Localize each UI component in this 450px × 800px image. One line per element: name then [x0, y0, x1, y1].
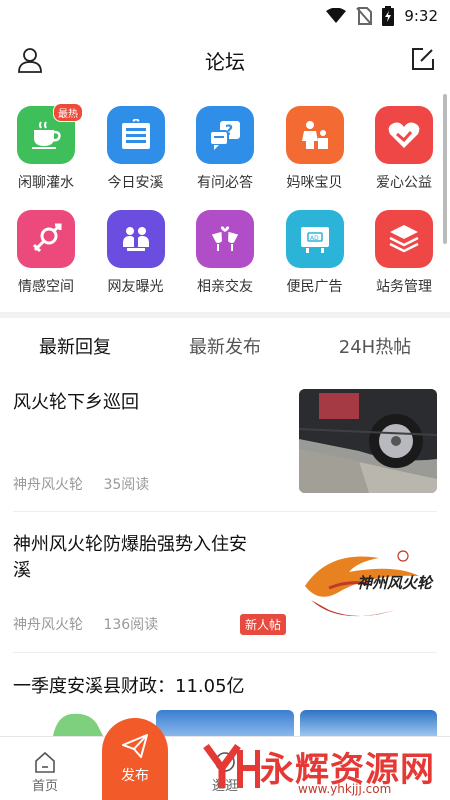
category-label: 便民广告 — [286, 279, 343, 295]
post-author: 神舟风火轮 — [13, 617, 83, 633]
category-label: 闲聊灌水 — [18, 175, 74, 191]
post-title-line: 神州风火轮防爆胎强势入住安 — [13, 534, 247, 555]
category-label: 网友曝光 — [107, 279, 164, 295]
post-title: 一季度安溪县财政：11.05亿 — [13, 676, 245, 697]
ad-board-icon: AD — [285, 210, 344, 268]
brand-logo-thumbnail: 神州风火轮 — [299, 530, 437, 634]
group-icon — [106, 210, 165, 268]
category-grid: 最热 闲聊灌水 今日安溪 ? 有问必答 妈咪宝贝 爱心公益 情感空间 网友曝光 … — [0, 103, 450, 314]
question-bubble-icon: ? — [196, 106, 254, 164]
home-icon — [35, 751, 55, 773]
publish-label: 发布 — [121, 768, 149, 784]
tab-latest-posts[interactable]: 最新发布 — [150, 322, 300, 370]
watermark-url: www.yhkjjj.com — [298, 782, 392, 796]
watermark-logo — [203, 743, 260, 788]
category-emotion[interactable]: 情感空间 — [15, 210, 77, 314]
mother-child-icon — [285, 106, 344, 164]
category-label: 妈咪宝贝 — [286, 175, 343, 191]
post-image-sky — [300, 710, 437, 736]
wifi-icon — [326, 8, 347, 23]
category-label: 今日安溪 — [107, 175, 164, 191]
battery-icon — [382, 6, 395, 26]
post-reads: 136阅读 — [103, 617, 159, 633]
new-post-badge: 新人帖 — [239, 614, 286, 635]
post-meta: 神舟风火轮 35阅读 — [13, 474, 149, 494]
category-mom-baby[interactable]: 妈咪宝贝 — [284, 106, 346, 210]
row-divider — [13, 652, 437, 653]
no-sim-icon — [356, 7, 373, 25]
category-expose[interactable]: 网友曝光 — [105, 210, 167, 314]
category-chat[interactable]: 最热 闲聊灌水 — [15, 103, 83, 210]
category-ads[interactable]: AD 便民广告 — [284, 210, 346, 314]
wine-glasses-icon — [196, 210, 254, 268]
post-title: 神州风火轮防爆胎强势入住安 溪 — [13, 532, 247, 584]
edit-icon — [412, 48, 434, 70]
heart-hands-icon — [375, 106, 433, 164]
layers-icon — [375, 210, 433, 268]
app-screen: 9:32 论坛 最热 闲聊灌水 今日安溪 ? 有问必答 妈咪宝贝 爱心公益 情感… — [0, 0, 450, 800]
category-label: 有问必答 — [197, 175, 253, 191]
category-row: 情感空间 网友曝光 相亲交友 AD 便民广告 站务管理 — [0, 210, 450, 314]
category-label: 情感空间 — [18, 279, 74, 295]
category-today[interactable]: 今日安溪 — [105, 106, 167, 210]
watermark: 永辉资源网 www.yhkjjj.com — [200, 740, 435, 796]
category-qa[interactable]: ? 有问必答 — [194, 106, 256, 210]
compose-button[interactable] — [410, 46, 436, 76]
tab-24h-hot[interactable]: 24H热帖 — [300, 322, 450, 370]
category-label: 相亲交友 — [197, 279, 253, 295]
status-time: 9:32 — [404, 7, 438, 25]
category-admin[interactable]: 站务管理 — [373, 210, 435, 314]
category-dating[interactable]: 相亲交友 — [194, 210, 256, 314]
tab-latest-replies[interactable]: 最新回复 — [0, 322, 150, 370]
user-icon — [18, 48, 42, 73]
post-title: 风火轮下乡巡回 — [13, 392, 139, 413]
category-label: 站务管理 — [376, 279, 432, 295]
category-label: 爱心公益 — [376, 175, 432, 191]
category-charity[interactable]: 爱心公益 — [373, 106, 435, 210]
publish-button[interactable]: 发布 — [102, 718, 168, 800]
feed-tabs: 最新回复 最新发布 24H热帖 — [0, 322, 450, 370]
newspaper-icon — [106, 106, 165, 164]
post-author: 神舟风火轮 — [13, 477, 83, 493]
post-reads: 35阅读 — [103, 477, 150, 493]
post-thumbnail — [299, 389, 437, 493]
category-row: 最热 闲聊灌水 今日安溪 ? 有问必答 妈咪宝贝 爱心公益 — [0, 103, 450, 210]
top-app-bar: 论坛 — [0, 34, 450, 86]
nav-home[interactable]: 首页 — [0, 737, 90, 800]
section-divider — [0, 312, 450, 318]
status-bar: 9:32 — [0, 0, 450, 32]
svg-text:AD: AD — [310, 235, 319, 242]
post-image-sky — [156, 710, 294, 736]
hot-badge: 最热 — [53, 103, 83, 122]
brand-logo-text: 神州风火轮 — [357, 574, 433, 592]
page-title: 论坛 — [205, 49, 245, 74]
post-title-line: 溪 — [13, 560, 31, 581]
paper-plane-icon — [122, 734, 148, 758]
row-divider — [13, 511, 437, 512]
profile-button[interactable] — [16, 46, 44, 78]
gender-icon — [17, 210, 75, 268]
post-meta: 神舟风火轮 136阅读 — [13, 614, 158, 634]
nav-home-label: 首页 — [31, 779, 58, 794]
